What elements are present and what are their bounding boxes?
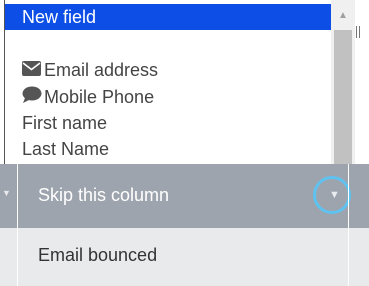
column-mapping-view: ▼ Skip this column ▼ S Email bounced New… <box>0 0 369 286</box>
column-mapping-label: Skip this column <box>38 185 170 205</box>
option-new-field[interactable]: New field <box>5 4 331 30</box>
chat-icon <box>22 84 44 110</box>
option-label: Email address <box>44 60 159 80</box>
options-list: New field Email address Mobile Phone Fir… <box>5 0 331 164</box>
option-email-address[interactable]: Email address <box>5 57 331 83</box>
next-column-cell <box>348 228 369 286</box>
previous-column-header[interactable]: ▼ <box>0 164 18 228</box>
column-header[interactable]: Skip this column ▼ <box>18 164 351 228</box>
envelope-icon <box>22 57 44 83</box>
caret-down-icon: ▼ <box>2 188 11 198</box>
option-label: Mobile Phone <box>44 87 155 107</box>
option-mobile-phone[interactable]: Mobile Phone <box>5 84 331 110</box>
option-label: First name <box>22 113 108 133</box>
option-first-name[interactable]: First name <box>5 110 331 136</box>
caret-down-icon: ▼ <box>329 189 340 201</box>
option-label: Last Name <box>22 139 110 159</box>
next-column-header[interactable]: S <box>348 164 369 228</box>
scroll-up-arrow-icon[interactable]: ▲ <box>331 4 355 28</box>
table-row: Email bounced <box>0 228 369 286</box>
resize-handle <box>356 26 360 38</box>
column-header-row: ▼ Skip this column ▼ S <box>0 164 369 228</box>
option-label: New field <box>22 7 97 27</box>
previous-column-cell <box>0 228 18 286</box>
option-last-name[interactable]: Last Name <box>5 136 331 162</box>
column-dropdown-button[interactable]: ▼ <box>313 176 351 214</box>
scrollbar-thumb[interactable] <box>334 30 352 164</box>
table-cell: Email bounced <box>18 228 348 286</box>
cell-value: Email bounced <box>38 245 158 265</box>
listbox-scrollbar[interactable]: ▲ <box>331 0 355 164</box>
field-options-listbox[interactable]: New field Email address Mobile Phone Fir… <box>4 0 355 164</box>
